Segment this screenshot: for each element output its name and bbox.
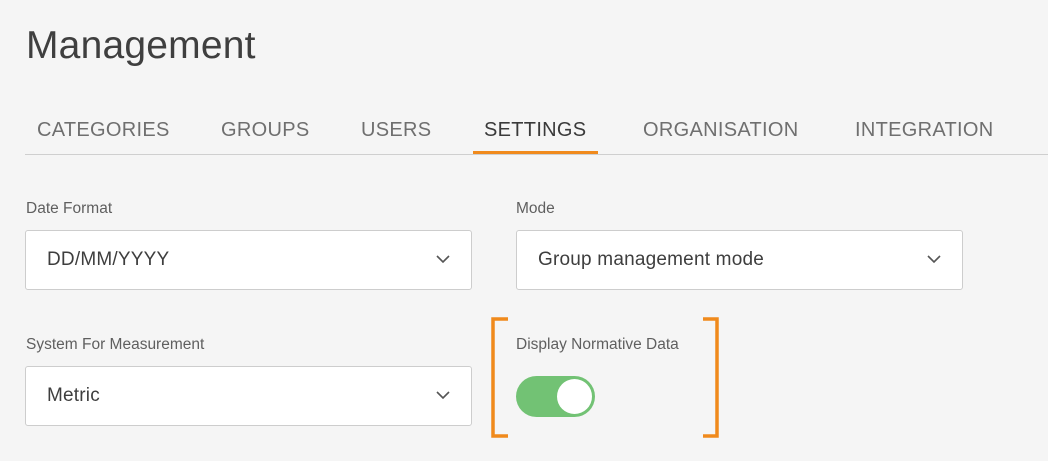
chevron-down-icon	[927, 255, 941, 264]
mode-label: Mode	[516, 200, 555, 217]
toggle-knob	[557, 379, 592, 414]
mode-value: Group management mode	[538, 249, 764, 270]
page-title: Management	[26, 24, 256, 67]
tab-settings[interactable]: SETTINGS	[484, 110, 586, 154]
tab-users[interactable]: USERS	[361, 110, 431, 154]
tab-organisation[interactable]: ORGANISATION	[643, 110, 798, 154]
tab-groups[interactable]: GROUPS	[221, 110, 309, 154]
measurement-value: Metric	[47, 385, 100, 406]
date-format-label: Date Format	[26, 200, 113, 217]
management-page: Management CATEGORIES GROUPS USERS SETTI…	[0, 0, 1048, 461]
date-format-value: DD/MM/YYYY	[47, 249, 170, 270]
date-format-select[interactable]: DD/MM/YYYY	[25, 230, 472, 290]
tab-categories[interactable]: CATEGORIES	[37, 110, 170, 154]
measurement-select[interactable]: Metric	[25, 366, 472, 426]
measurement-label: System For Measurement	[26, 336, 205, 353]
chevron-down-icon	[436, 391, 450, 400]
highlight-bracket-left	[491, 317, 508, 438]
tab-bar: CATEGORIES GROUPS USERS SETTINGS ORGANIS…	[25, 110, 1048, 155]
tab-integration[interactable]: INTEGRATION	[855, 110, 994, 154]
mode-select[interactable]: Group management mode	[516, 230, 963, 290]
highlight-bracket-right	[703, 317, 719, 438]
normative-data-toggle[interactable]	[516, 376, 595, 417]
normative-data-label: Display Normative Data	[516, 336, 679, 353]
chevron-down-icon	[436, 255, 450, 264]
active-tab-indicator	[473, 151, 598, 154]
